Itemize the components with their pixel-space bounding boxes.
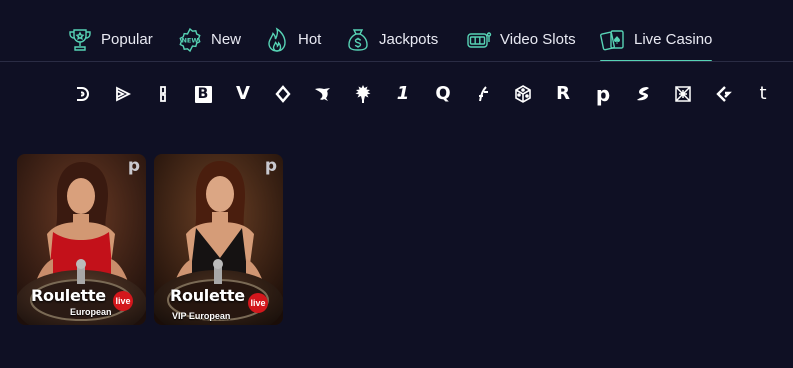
provider-dice-icon (515, 85, 531, 103)
new-badge-icon: NEW (179, 27, 201, 53)
provider-filter[interactable] (631, 82, 655, 106)
provider-r-icon: R (556, 83, 570, 104)
provider-bracket-icon (160, 86, 166, 102)
provider-filter[interactable] (511, 82, 535, 106)
provider-filter[interactable] (271, 82, 295, 106)
provider-q-icon: Q (435, 83, 451, 104)
provider-play-arrows-icon (116, 86, 132, 102)
provider-diamond-icon (275, 85, 291, 103)
tab-label: New (211, 31, 242, 48)
tab-jackpots[interactable]: Jackpots (345, 24, 438, 58)
provider-filter[interactable]: B (191, 82, 215, 106)
provider-filter-bar: B V 1 Q R p t (0, 82, 793, 108)
provider-spiral-d-icon (77, 87, 89, 101)
tab-label: Popular (101, 31, 153, 48)
provider-filter[interactable] (111, 82, 135, 106)
tab-label: Jackpots (379, 31, 439, 48)
provider-t-icon: t (759, 83, 767, 104)
provider-filter[interactable]: t (751, 82, 775, 106)
game-title: Roulette (170, 286, 245, 305)
playing-cards-icon (600, 30, 624, 51)
game-card-roulette-vip-european[interactable]: p Roulette live VIP European (154, 154, 283, 325)
live-badge: live (248, 293, 268, 313)
tab-video-slots[interactable]: Video Slots (466, 24, 576, 58)
slot-machine-icon (467, 32, 492, 48)
provider-v-icon: V (236, 83, 250, 104)
provider-slash-icon (479, 86, 488, 102)
provider-filter[interactable]: Q (431, 82, 455, 106)
money-bag-icon (348, 29, 368, 51)
provider-filter[interactable]: 1 (391, 82, 415, 106)
game-subtitle: European (70, 307, 112, 317)
provider-box-icon (675, 86, 691, 102)
live-badge: live (113, 291, 133, 311)
provider-filter[interactable] (151, 82, 175, 106)
provider-filter[interactable] (311, 82, 335, 106)
provider-chevron-icon (716, 86, 732, 102)
game-title: Roulette (31, 286, 106, 305)
provider-filter[interactable] (671, 82, 695, 106)
provider-filter[interactable] (471, 82, 495, 106)
provider-filter[interactable] (711, 82, 735, 106)
tab-label: Hot (298, 31, 322, 48)
tab-new[interactable]: NEW New (177, 24, 241, 58)
game-subtitle: VIP European (172, 311, 231, 321)
game-card-roulette-european[interactable]: p Roulette live European (17, 154, 146, 325)
flame-icon (268, 27, 286, 52)
tab-live-casino[interactable]: Live Casino (600, 24, 713, 62)
provider-b-icon: B (194, 85, 212, 103)
provider-filter[interactable] (71, 82, 95, 106)
provider-filter[interactable]: R (551, 82, 575, 106)
tab-label: Video Slots (500, 31, 576, 48)
tab-label: Live Casino (634, 31, 713, 48)
category-tabs: Popular NEW New Hot Jackpots Video Slots (0, 0, 793, 62)
provider-p-icon: p (595, 82, 611, 106)
provider-filter[interactable]: p (591, 82, 615, 106)
provider-1-icon: 1 (396, 83, 410, 104)
provider-dragon-icon (315, 88, 330, 101)
svg-text:NEW: NEW (181, 37, 198, 45)
provider-tree-icon (355, 85, 371, 103)
tab-hot[interactable]: Hot (264, 24, 321, 58)
provider-filter[interactable] (351, 82, 375, 106)
provider-s-icon (637, 87, 649, 101)
provider-logo: p (127, 156, 140, 176)
trophy-icon (69, 29, 91, 51)
tab-popular[interactable]: Popular (67, 24, 153, 58)
provider-filter[interactable]: V (231, 82, 255, 106)
provider-logo: p (264, 156, 277, 176)
tabs-divider (0, 61, 793, 62)
